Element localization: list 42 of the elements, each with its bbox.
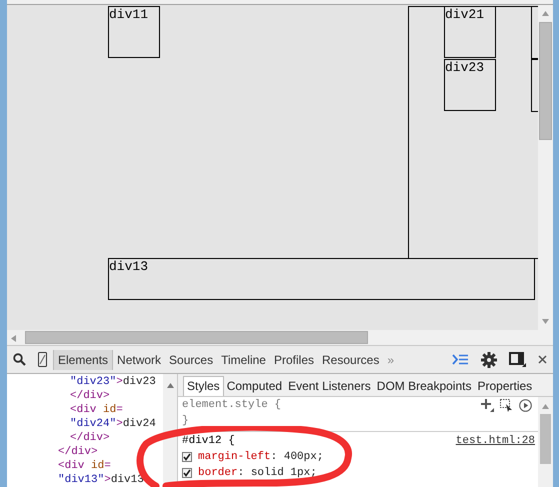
console-drawer-icon[interactable] — [452, 354, 469, 365]
code-line[interactable]: </div> — [70, 432, 110, 444]
panel-tab[interactable]: Timeline — [217, 350, 270, 370]
rule-selector: element.style { — [182, 398, 282, 413]
code-line[interactable]: </div> — [70, 390, 110, 402]
styles-tab[interactable]: Computed — [224, 377, 286, 396]
source-link[interactable]: test.html:28 — [456, 433, 535, 449]
panel-tab[interactable]: Profiles — [270, 350, 318, 370]
rule-selector: #div12 { — [182, 434, 235, 449]
property-checkbox[interactable] — [182, 468, 192, 478]
div-box: div11 — [108, 6, 160, 58]
div-box: div21 — [444, 6, 496, 58]
search-icon[interactable] — [13, 353, 26, 366]
dock-icon[interactable] — [509, 352, 526, 367]
styles-tab[interactable]: DOM Breakpoints — [374, 377, 474, 396]
code-line[interactable]: "div23">div23 — [70, 376, 156, 388]
scroll-up-icon[interactable] — [167, 383, 174, 388]
styles-tab[interactable]: Properties — [474, 377, 536, 396]
code-line[interactable]: <div id= — [58, 460, 111, 472]
panel-tab[interactable]: Network — [113, 350, 166, 370]
phone-icon[interactable] — [38, 352, 47, 367]
css-declaration[interactable]: margin-left: 400px; — [198, 449, 324, 465]
rule-brace: } — [182, 414, 189, 429]
panel-tab[interactable]: Elements — [53, 350, 114, 370]
close-icon[interactable] — [538, 355, 547, 364]
css-declaration[interactable]: border: solid 1px; — [198, 465, 317, 481]
code-line[interactable]: </div> — [58, 446, 98, 458]
tree-scrollbar[interactable] — [163, 374, 177, 487]
element-state-icon[interactable] — [500, 398, 513, 412]
add-rule-icon[interactable] — [481, 398, 494, 412]
styles-tab[interactable]: Event Listeners — [285, 377, 374, 396]
styles-tab[interactable]: Styles — [183, 376, 224, 396]
code-line[interactable]: <div id= — [70, 404, 123, 416]
styles-scrollbar[interactable] — [538, 397, 553, 487]
property-checkbox[interactable] — [182, 452, 192, 462]
panel-tab[interactable]: Sources — [165, 350, 218, 370]
play-icon[interactable] — [519, 398, 532, 412]
div-box: div13 — [108, 258, 535, 300]
panel-tab[interactable]: Resources — [318, 350, 384, 370]
div-box: div23 — [444, 59, 496, 111]
code-line[interactable]: "div24">div24 — [70, 418, 156, 430]
settings-icon[interactable] — [481, 352, 497, 368]
